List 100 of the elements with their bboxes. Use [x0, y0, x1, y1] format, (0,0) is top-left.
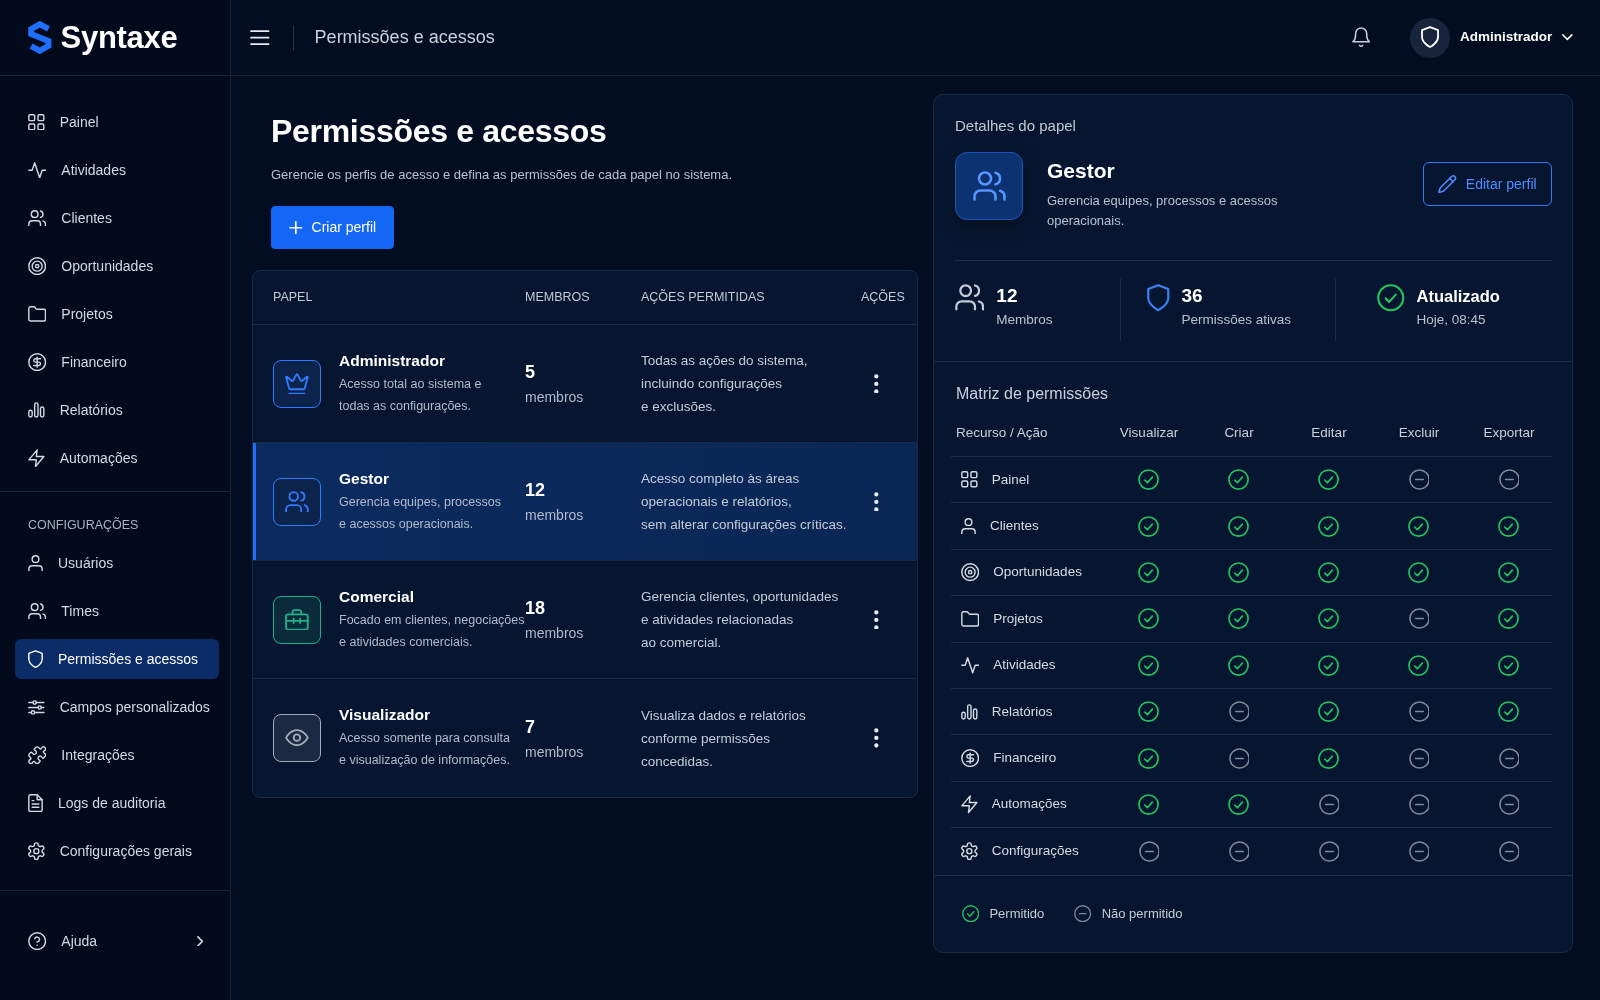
edit-profile-button[interactable]: Editar perfil	[1423, 162, 1552, 206]
sidebar-item[interactable]: Times	[15, 591, 219, 631]
resource-label: Oportunidades	[993, 563, 1082, 582]
members-label: membros	[525, 624, 585, 643]
people-icon	[955, 284, 985, 311]
sidebar-item[interactable]: Configurações gerais	[15, 831, 219, 871]
shield-icon	[28, 649, 43, 669]
sidebar-item[interactable]: Permissões e acessos	[15, 639, 219, 679]
sidebar-item[interactable]: Financeiro	[15, 342, 219, 382]
member-count: 7	[525, 715, 536, 739]
column-header: Editar	[1311, 423, 1347, 442]
role-name: Administrador	[339, 350, 446, 371]
column-header: AÇÕES PERMITIDAS	[641, 288, 766, 307]
resource-label: Painel	[991, 470, 1030, 489]
stat-label: Membros	[996, 311, 1053, 329]
column-header: PAPEL	[273, 289, 314, 307]
sidebar-item[interactable]: Atividades	[15, 150, 219, 190]
allowed-actions: Todas as ações do sistema, incluindo configurações e exclusões.	[641, 352, 809, 416]
stat-label: Hoje, 08:45	[1416, 311, 1487, 329]
help-link[interactable]: Ajuda	[15, 921, 219, 961]
brand-name: Syntaxe	[60, 22, 178, 53]
resource-label: Projetos	[993, 609, 1043, 628]
section-title: Matriz de permissões	[956, 384, 1110, 404]
column-header: Excluir	[1398, 423, 1440, 442]
role-row[interactable]: Gestor Gerencia equipes, processos e acessos operacionais. 12 membros Acesso completo às áreas operacionais e relatórios, sem alterar configurações críticas.	[253, 443, 917, 561]
page-title: Permissões e acessos	[271, 112, 608, 151]
plus-icon	[289, 220, 303, 235]
vertical-dots-icon[interactable]	[874, 609, 879, 630]
gear-icon	[961, 842, 978, 861]
legend-label: Permitido	[989, 905, 1045, 923]
role-description: Focado em clientes, negociações e atividades comerciais.	[339, 611, 525, 651]
role-description: Gerencia equipes, processos e acessos operacionais.	[1047, 192, 1279, 230]
sidebar-item[interactable]: Clientes	[15, 198, 219, 238]
column-header: Recurso / Ação	[955, 423, 1048, 442]
resource-label: Clientes	[990, 516, 1039, 535]
sidebar-item[interactable]: Painel	[15, 102, 219, 142]
member-count: 18	[525, 597, 547, 620]
people-icon	[28, 602, 47, 620]
bell-icon[interactable]	[1351, 27, 1370, 48]
member-count: 5	[525, 361, 536, 384]
resource-label: Relatórios	[991, 702, 1053, 721]
chevron-down-icon	[1562, 34, 1573, 41]
section-title: CONFIGURAÇÕES	[27, 516, 140, 534]
role-name: Gestor	[1047, 158, 1116, 184]
person-icon	[961, 517, 976, 535]
help-icon	[28, 931, 47, 951]
pulse-icon	[961, 656, 980, 674]
sidebar-item[interactable]: Relatórios	[15, 390, 219, 430]
role-name: Gestor	[339, 468, 390, 489]
stat-value: Atualizado	[1416, 286, 1500, 307]
sidebar-item[interactable]: Usuários	[15, 543, 219, 583]
resource-label: Automações	[991, 795, 1067, 814]
folder-icon	[28, 306, 47, 322]
column-header: Visualizar	[1119, 423, 1179, 442]
grid-icon	[961, 471, 978, 488]
role-description: Acesso somente para consulta e visualização de informações.	[339, 730, 510, 769]
allowed-actions: Acesso completo às áreas operacionais e relatórios, sem alterar configurações críticas.	[641, 470, 848, 534]
legend-label: Não permitido	[1101, 905, 1183, 923]
dollar-icon	[961, 748, 980, 768]
role-row[interactable]: Comercial Focado em clientes, negociações e atividades comerciais. 18 membros Gerencia clientes, oportunidades e atividades relacionadas ao comercial.	[253, 561, 917, 679]
person-icon	[28, 554, 43, 572]
sidebar-item[interactable]: Automações	[15, 438, 219, 478]
sliders-icon	[28, 699, 45, 715]
sidebar-item[interactable]: Projetos	[15, 294, 219, 334]
logo-icon	[28, 21, 52, 54]
allowed-actions: Visualiza dados e relatórios conforme permissões concedidas.	[641, 706, 807, 771]
target-icon	[28, 256, 47, 276]
column-header: Criar	[1224, 423, 1254, 442]
people-icon	[955, 152, 1023, 220]
sidebar-item[interactable]: Integrações	[15, 735, 219, 775]
member-count: 12	[525, 479, 547, 502]
column-header: MEMBROS	[525, 289, 591, 307]
vertical-dots-icon[interactable]	[874, 728, 879, 748]
stat-value: 12	[996, 284, 1019, 308]
sidebar-item[interactable]: Logs de auditoria	[15, 783, 219, 823]
stat-label: Permissões ativas	[1181, 311, 1292, 329]
stat-value: 36	[1181, 284, 1204, 308]
vertical-dots-icon[interactable]	[874, 373, 879, 394]
vertical-dots-icon[interactable]	[874, 491, 879, 512]
column-header: Exportar	[1483, 423, 1535, 442]
sidebar-item[interactable]: Oportunidades	[15, 246, 219, 286]
role-name: Visualizador	[339, 705, 432, 725]
user-menu-button[interactable]: Administrador	[1450, 27, 1573, 48]
role-name: Comercial	[339, 586, 415, 607]
resource-label: Atividades	[993, 656, 1056, 675]
people-icon	[28, 209, 47, 227]
resource-label: Financeiro	[993, 748, 1057, 767]
lightning-icon	[28, 448, 45, 468]
create-profile-button[interactable]: Criar perfil	[271, 206, 395, 249]
bar-chart-icon	[28, 402, 45, 418]
check-circle-icon	[1377, 284, 1405, 312]
column-header: AÇÕES	[861, 288, 906, 307]
sidebar-item[interactable]: Campos personalizados	[15, 687, 219, 727]
folder-icon	[961, 610, 980, 627]
pulse-icon	[28, 161, 47, 179]
grid-icon	[28, 113, 45, 131]
target-icon	[961, 563, 980, 582]
menu-icon[interactable]	[250, 29, 270, 46]
role-row[interactable]: Visualizador Acesso somente para consulta e visualização de informações. 7 membros Visualiza dados e relatórios conforme permissões concedidas.	[253, 679, 917, 797]
lightning-icon	[961, 795, 978, 814]
